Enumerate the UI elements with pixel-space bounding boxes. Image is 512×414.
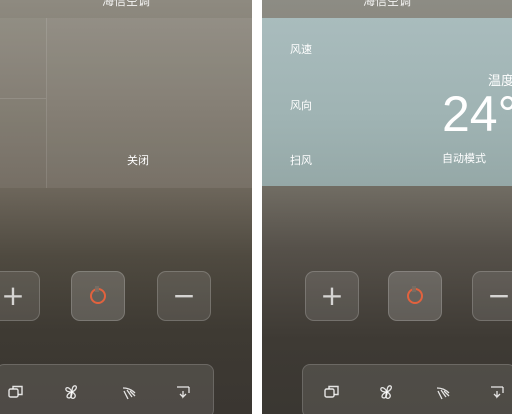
fan-icon[interactable] <box>63 383 81 401</box>
app-title: 海信空调 <box>101 0 150 8</box>
mode-text: 自动模式 <box>442 152 486 165</box>
mode-bar <box>302 364 512 414</box>
minus-icon: − <box>172 279 196 312</box>
mode-icon[interactable] <box>323 383 341 401</box>
minus-icon: − <box>487 279 511 312</box>
increase-temp-button[interactable]: + <box>0 271 40 321</box>
direction-icon[interactable] <box>489 383 507 401</box>
mode-icon[interactable] <box>7 383 25 401</box>
fan-speed-label[interactable]: 风速 <box>290 41 312 57</box>
power-icon <box>407 286 423 304</box>
panel-divider <box>0 98 46 99</box>
plus-icon: + <box>1 279 25 312</box>
mode-bar <box>0 364 214 414</box>
info-panel: 风速 风向 扫风 温度 24° 自动模式 <box>262 18 512 186</box>
status-panel <box>47 18 252 188</box>
temperature-value: 24° <box>442 86 512 142</box>
power-button[interactable] <box>388 271 442 321</box>
info-panel-edge <box>0 18 47 188</box>
left-screen: 海信空调 关闭 + − <box>0 0 252 414</box>
power-status-text: 关闭 <box>127 154 149 167</box>
plus-icon: + <box>320 279 344 312</box>
power-icon <box>90 286 106 304</box>
direction-icon[interactable] <box>175 383 193 401</box>
app-title: 海信空调 <box>362 0 411 8</box>
fan-icon[interactable] <box>378 383 396 401</box>
swing-label[interactable]: 扫风 <box>290 152 312 168</box>
right-screen: 海信空调 风速 风向 扫风 温度 24° 自动模式 + − <box>262 0 512 414</box>
decrease-temp-button[interactable]: − <box>157 271 211 321</box>
increase-temp-button[interactable]: + <box>305 271 359 321</box>
wind-direction-label[interactable]: 风向 <box>290 97 312 113</box>
swing-icon[interactable] <box>434 383 452 401</box>
power-button[interactable] <box>71 271 125 321</box>
decrease-temp-button[interactable]: − <box>472 271 512 321</box>
swing-icon[interactable] <box>120 383 138 401</box>
